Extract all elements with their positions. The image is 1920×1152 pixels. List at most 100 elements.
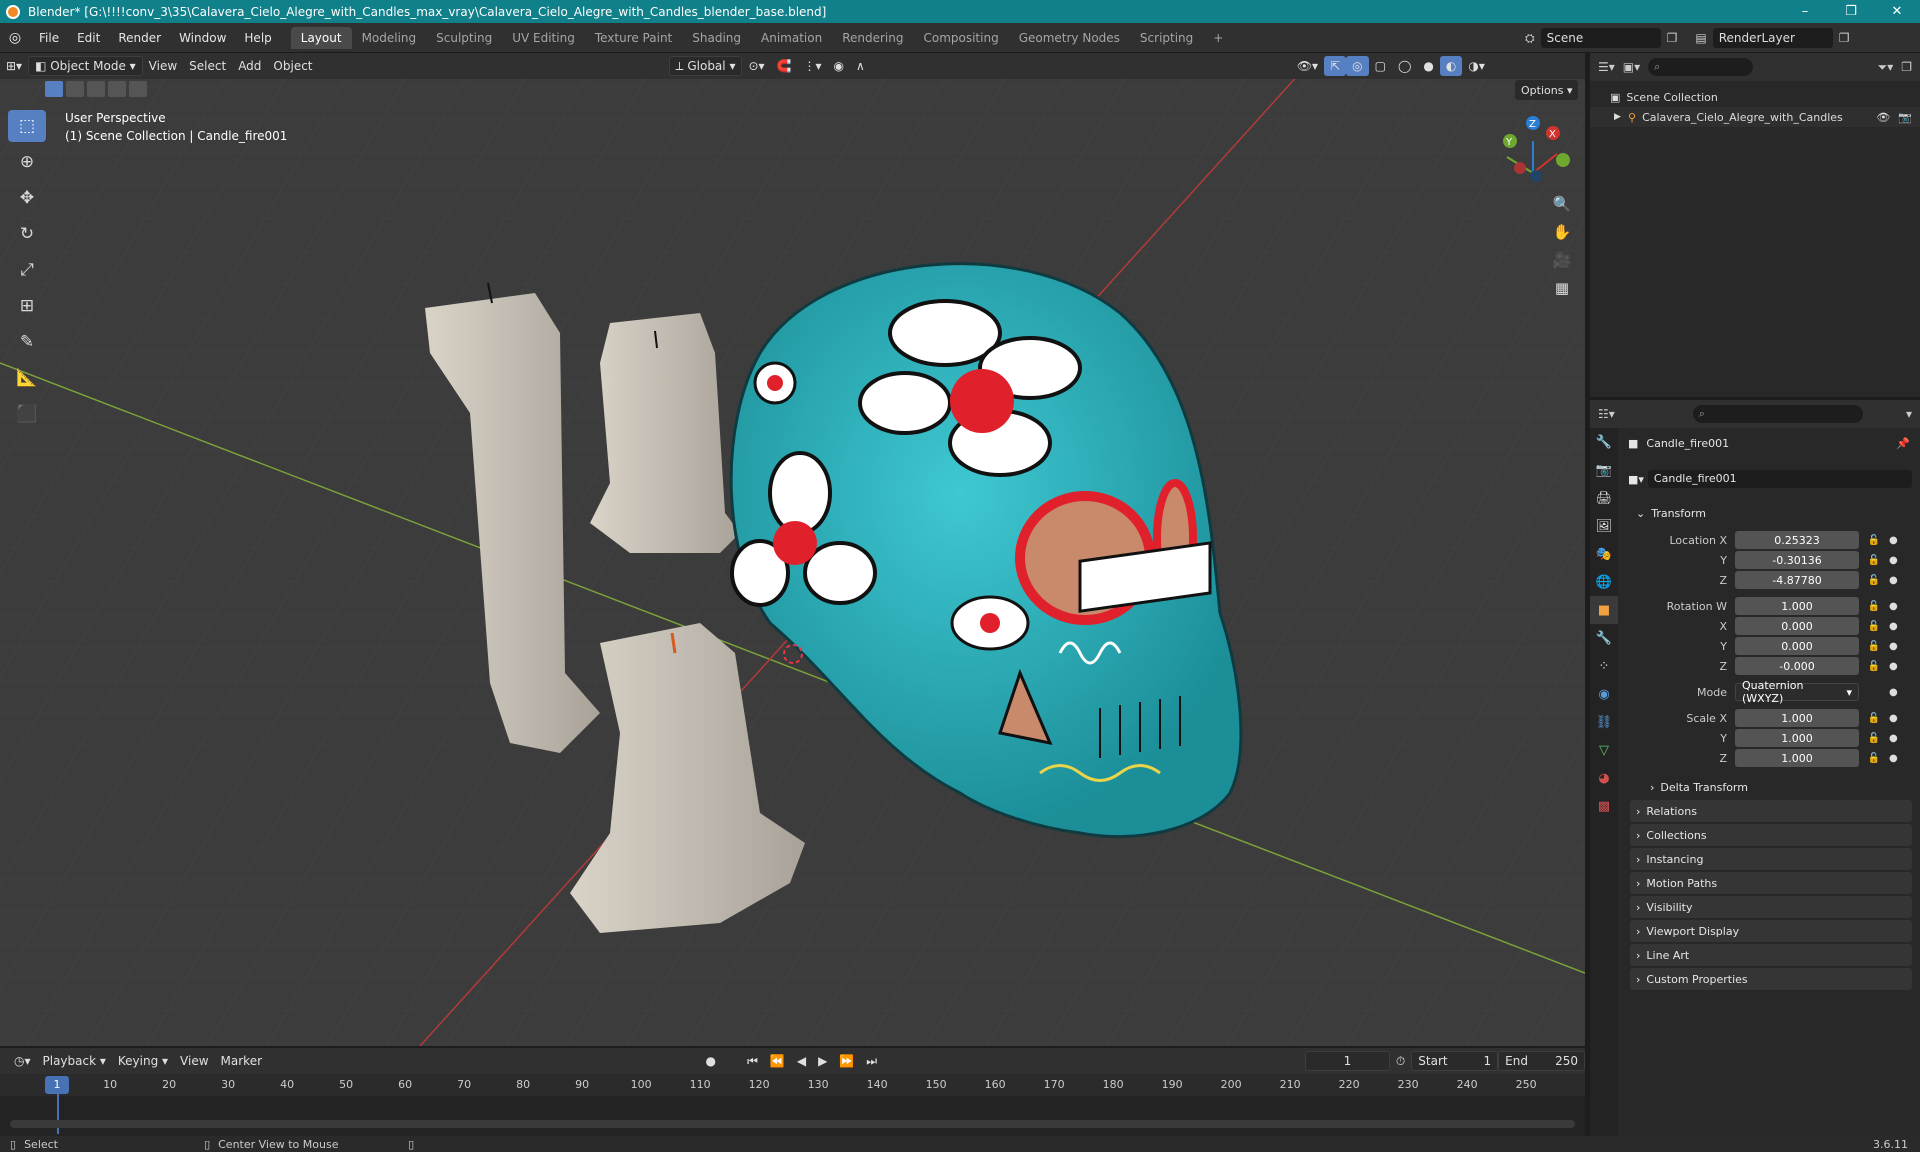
xray-icon[interactable]: ▢ [1369,56,1392,76]
play-icon[interactable]: ▶ [812,1051,833,1071]
solid-shading-icon[interactable]: ● [1417,56,1439,76]
close-button[interactable]: ✕ [1874,0,1920,23]
delta-transform-panel[interactable]: › Delta Transform [1644,776,1912,798]
snap-target-icon[interactable]: ⋮▾ [798,56,828,76]
pan-hand-icon[interactable]: ✋ [1548,218,1576,246]
panel-line-art[interactable]: › Line Art [1630,944,1912,966]
keyframe-dot-icon[interactable]: ● [1889,621,1898,632]
maximize-button[interactable]: ❐ [1828,0,1874,23]
move-tool[interactable]: ✥ [8,182,46,214]
tab-scripting[interactable]: Scripting [1130,27,1203,49]
outliner-search-input[interactable]: ⌕ [1648,58,1754,76]
material-shading-icon[interactable]: ◐ [1439,56,1463,76]
keyframe-dot-icon[interactable]: ● [1889,535,1898,546]
render-layer-icon[interactable]: ▤ [1695,31,1706,45]
tab-uv-editing[interactable]: UV Editing [502,27,585,49]
panel-instancing[interactable]: › Instancing [1630,848,1912,870]
tab-rendering[interactable]: Rendering [832,27,913,49]
scene-tab-icon[interactable]: 🎭 [1590,540,1618,568]
menu-view[interactable]: View [143,56,183,76]
keyframe-dot-icon[interactable]: ● [1889,575,1898,586]
lock-icon[interactable]: 🔓 [1859,661,1889,672]
particles-tab-icon[interactable]: ⁘ [1590,652,1618,680]
transform-panel-header[interactable]: ⌄ Transform [1630,502,1912,524]
select-new-icon[interactable] [45,81,63,97]
constraints-tab-icon[interactable]: ⛓ [1590,708,1618,736]
prev-keyframe-icon[interactable]: ⏪ [764,1051,791,1071]
keyframe-dot-icon[interactable]: ● [1889,687,1898,698]
object-type-icon[interactable]: ■▾ [1628,473,1644,486]
rotation-y-field[interactable]: 0.000 [1735,637,1859,655]
options-dropdown[interactable]: Options ▾ [1515,80,1579,100]
frame-ruler[interactable]: 1102030405060708090100110120130140150160… [0,1074,1585,1096]
add-cube-tool[interactable]: ⬛ [8,398,46,430]
eye-icon[interactable]: 👁 [1876,111,1890,124]
lock-icon[interactable]: 🔓 [1859,535,1889,546]
lock-icon[interactable]: 🔓 [1859,601,1889,612]
texture-tab-icon[interactable]: ▩ [1590,792,1618,820]
expand-chevron-icon[interactable]: ▶ [1614,112,1628,122]
object-tab-icon[interactable]: ■ [1590,596,1618,624]
menu-timeline-view[interactable]: View [174,1051,214,1071]
keyframe-dot-icon[interactable]: ● [1889,641,1898,652]
render-tab-icon[interactable]: 📷 [1590,456,1618,484]
keyframe-dot-icon[interactable]: ● [1889,753,1898,764]
playhead[interactable]: 1 [45,1076,69,1094]
select-invert-icon[interactable] [108,81,126,97]
cursor-tool[interactable]: ⊕ [8,146,46,178]
pin-icon[interactable]: 📌 [1896,437,1910,450]
menu-playback[interactable]: Playback ▾ [37,1051,112,1071]
outliner-item[interactable]: ▶ ⚲ Calavera_Cielo_Alegre_with_Candles 👁… [1590,107,1920,127]
next-keyframe-icon[interactable]: ⏩ [833,1051,860,1071]
menu-select[interactable]: Select [183,56,232,76]
orientation-selector[interactable]: ⟂ Global ▾ [668,56,743,76]
lock-icon[interactable]: 🔓 [1859,621,1889,632]
lock-icon[interactable]: 🔓 [1859,641,1889,652]
lock-icon[interactable]: 🔓 [1859,733,1889,744]
rotation-z-field[interactable]: -0.000 [1735,657,1859,675]
object-data-field[interactable]: Candle_fire001 [1647,470,1912,488]
visibility-icon[interactable]: 👁▾ [1291,56,1324,76]
filter-icon[interactable]: ⏷▾ [1878,60,1894,75]
blender-menu-icon[interactable]: ◎ [0,30,30,46]
wireframe-shading-icon[interactable]: ◯ [1392,56,1417,76]
zoom-icon[interactable]: 🔍 [1548,190,1576,218]
rotation-w-field[interactable]: 1.000 [1735,597,1859,615]
mode-selector[interactable]: ◧ Object Mode ▾ [28,56,143,76]
menu-edit[interactable]: Edit [68,31,109,45]
keyframe-dot-icon[interactable]: ● [1889,661,1898,672]
minimize-button[interactable]: – [1782,0,1828,23]
menu-file[interactable]: File [30,31,68,45]
modifier-tab-icon[interactable]: 🔧 [1590,624,1618,652]
material-tab-icon[interactable]: ◕ [1590,764,1618,792]
tab-geometry-nodes[interactable]: Geometry Nodes [1009,27,1130,49]
start-frame-field[interactable]: Start 1 [1411,1051,1499,1071]
panel-relations[interactable]: › Relations [1630,800,1912,822]
scene-collection-row[interactable]: ▣ Scene Collection [1590,87,1920,107]
menu-object[interactable]: Object [267,56,318,76]
snap-icon[interactable]: 🧲 [771,56,798,76]
measure-tool[interactable]: 📐 [8,362,46,394]
panel-motion-paths[interactable]: › Motion Paths [1630,872,1912,894]
properties-editor-icon[interactable]: ☷▾ [1598,407,1615,421]
menu-marker[interactable]: Marker [215,1051,268,1071]
add-workspace-button[interactable]: + [1203,27,1233,49]
play-reverse-icon[interactable]: ◀ [791,1051,812,1071]
lock-icon[interactable]: 🔓 [1859,555,1889,566]
keyframe-dot-icon[interactable]: ● [1889,601,1898,612]
tab-modeling[interactable]: Modeling [352,27,427,49]
menu-help[interactable]: Help [235,31,280,45]
falloff-icon[interactable]: ∧ [850,56,871,76]
tab-layout[interactable]: Layout [290,26,352,49]
panel-viewport-display[interactable]: › Viewport Display [1630,920,1912,942]
scale-x-field[interactable]: 1.000 [1735,709,1859,727]
scale-tool[interactable]: ⤢ [8,254,46,286]
gizmo-toggle-icon[interactable]: ⇱ [1324,56,1347,76]
scene-icon[interactable]: ⛭ [1525,31,1535,46]
new-scene-icon[interactable]: ❐ [1667,31,1678,45]
tab-sculpting[interactable]: Sculpting [426,27,502,49]
perspective-toggle-icon[interactable]: ▦ [1548,274,1576,302]
rotation-x-field[interactable]: 0.000 [1735,617,1859,635]
location-z-field[interactable]: -4.87780 [1735,571,1859,589]
panel-custom-properties[interactable]: › Custom Properties [1630,968,1912,990]
